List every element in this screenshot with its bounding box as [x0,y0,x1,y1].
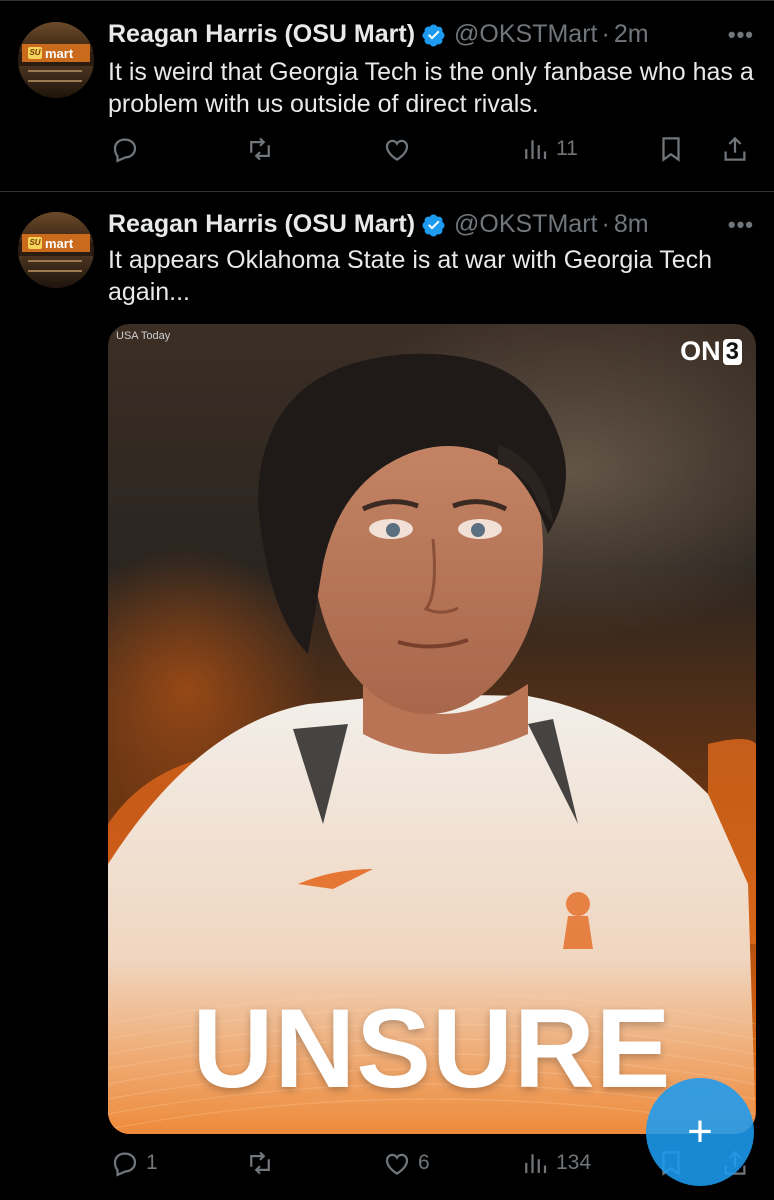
tweet-media-image[interactable]: USA Today ON 3 UNSURE [108,324,756,1134]
tweet-header: Reagan Harris (OSU Mart) @OKSTMart · 8m [108,210,649,239]
like-icon [385,139,409,161]
bookmark-icon [662,137,680,162]
author-handle[interactable]: @OKSTMart [454,20,597,49]
like-icon [385,1153,409,1175]
author-name[interactable]: Reagan Harris (OSU Mart) [108,20,415,49]
author-handle[interactable]: @OKSTMart [454,210,597,239]
tweet-text: It appears Oklahoma State is at war with… [108,246,713,306]
reply-count: 1 [146,1151,158,1174]
action-bar: 11 [108,134,758,170]
bookmark-button[interactable] [656,134,686,164]
tweet-text: It is weird that Georgia Tech is the onl… [108,58,754,118]
compose-icon: + [687,1107,713,1156]
like-button[interactable]: 6 [382,1148,430,1178]
more-icon[interactable]: ••• [728,22,754,48]
timestamp[interactable]: 2m [614,20,649,49]
reply-button[interactable] [110,134,146,164]
views-count: 11 [556,137,578,160]
reply-icon [113,1152,137,1177]
tweet-1[interactable]: SU mart Reagan Harris (OSU Mart) @OKSTMar… [0,0,774,190]
repost-icon [250,1151,270,1175]
separator: · [601,20,610,48]
avatar[interactable]: SU mart [18,22,94,98]
timestamp[interactable]: 8m [614,210,649,239]
share-button[interactable] [720,134,750,164]
views-count: 134 [556,1151,592,1174]
compose-button[interactable]: + [646,1078,754,1186]
like-count: 6 [418,1151,430,1174]
avatar[interactable]: SU mart [18,212,94,288]
verified-icon [422,24,445,46]
reply-button[interactable]: 1 [110,1148,158,1178]
tweet-header: Reagan Harris (OSU Mart) @OKSTMart · 2m [108,20,649,49]
more-icon[interactable]: ••• [728,212,754,238]
views-button[interactable]: 11 [520,134,578,164]
reply-icon [113,138,137,163]
headline-text: UNSURE [192,986,672,1111]
views-icon [525,140,547,159]
separator: · [601,210,610,238]
repost-button[interactable] [244,134,282,164]
verified-icon [422,214,445,236]
share-icon [724,136,746,161]
views-icon [525,1154,547,1173]
repost-icon [250,137,270,161]
views-button[interactable]: 134 [520,1148,591,1178]
like-button[interactable] [382,134,418,164]
author-name[interactable]: Reagan Harris (OSU Mart) [108,210,415,239]
repost-button[interactable] [244,1148,282,1178]
